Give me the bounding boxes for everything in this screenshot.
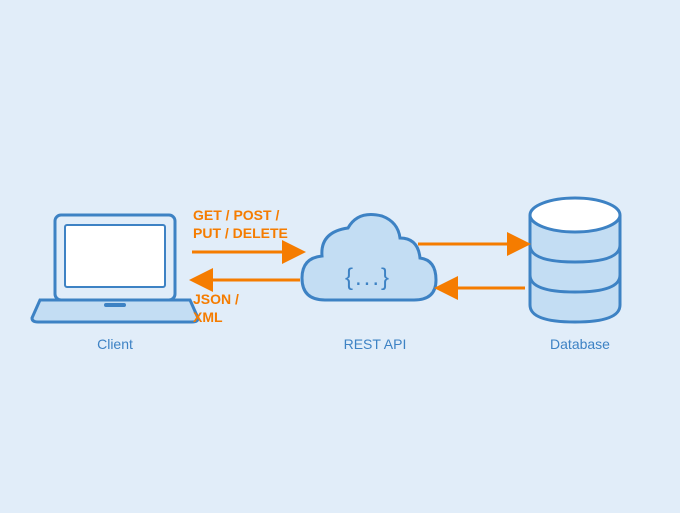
laptop-icon — [32, 215, 198, 322]
request-label-line1: GET / POST / — [193, 207, 279, 223]
request-label: GET / POST / PUT / DELETE — [193, 206, 288, 242]
architecture-diagram: {...} Client REST API Database GET / POS… — [0, 0, 680, 513]
response-label: JSON / XML — [193, 290, 239, 326]
database-label: Database — [540, 336, 620, 352]
response-label-line1: JSON / — [193, 291, 239, 307]
cloud-symbol: {...} — [345, 264, 391, 292]
diagram-svg — [0, 0, 680, 513]
response-label-line2: XML — [193, 309, 223, 325]
rest-api-label: REST API — [335, 336, 415, 352]
request-label-line2: PUT / DELETE — [193, 225, 288, 241]
database-icon — [530, 198, 620, 322]
client-label: Client — [80, 336, 150, 352]
